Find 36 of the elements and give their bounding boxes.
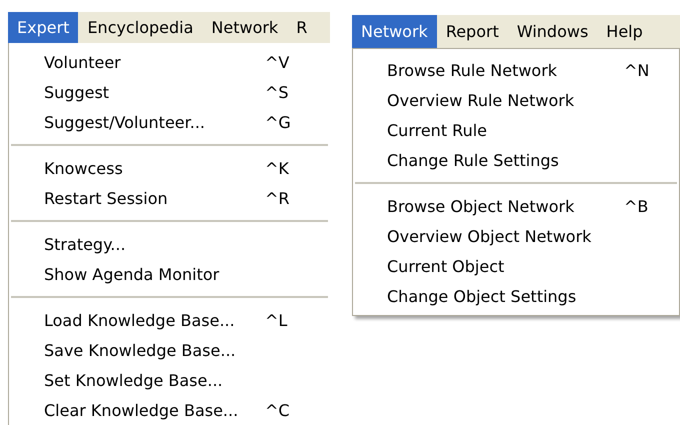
menu-item[interactable]: Knowcess bbox=[44, 158, 123, 178]
menu-bar-item[interactable]: Report bbox=[436, 15, 508, 48]
menu-item[interactable]: Overview Rule Network bbox=[387, 90, 574, 110]
menu-item[interactable]: Load Knowledge Base... bbox=[44, 310, 235, 330]
shortcut-label: ^S bbox=[265, 82, 289, 102]
shortcut-label: ^C bbox=[265, 400, 290, 420]
menu-item[interactable]: Volunteer bbox=[44, 52, 121, 72]
menu-item[interactable]: Current Rule bbox=[387, 120, 488, 140]
menu-item[interactable]: Save Knowledge Base... bbox=[44, 340, 236, 360]
menu-item[interactable]: Browse Rule Network bbox=[387, 60, 558, 80]
shortcut-label: ^V bbox=[265, 52, 290, 72]
menu-bar-item[interactable]: R bbox=[287, 12, 316, 43]
menu-item[interactable]: Overview Object Network bbox=[387, 226, 592, 246]
shortcut-label: ^K bbox=[265, 158, 289, 178]
menu-item[interactable]: Suggest bbox=[44, 82, 110, 102]
shortcut-label: ^G bbox=[265, 112, 291, 132]
menu-item[interactable]: Restart Session bbox=[44, 188, 168, 208]
menu-item[interactable]: Change Rule Settings bbox=[387, 150, 559, 170]
shortcut-label: ^L bbox=[265, 310, 288, 330]
menu-bar-item[interactable]: Network bbox=[202, 12, 288, 43]
shortcut-label: ^N bbox=[624, 60, 650, 80]
menu-item[interactable]: Change Object Settings bbox=[387, 286, 576, 306]
menu-bar-item[interactable]: Network bbox=[352, 15, 437, 48]
menu-bar-item[interactable]: Encyclopedia bbox=[78, 12, 202, 43]
menu-bar-item[interactable]: Expert bbox=[8, 12, 78, 43]
shortcut-label: ^R bbox=[265, 188, 290, 208]
menu-item[interactable]: Strategy... bbox=[44, 234, 126, 254]
shortcut-label: ^B bbox=[624, 196, 648, 216]
menu-item[interactable]: Current Object bbox=[387, 256, 504, 276]
menu-bar-item[interactable]: Windows bbox=[508, 15, 598, 48]
menu-item[interactable]: Browse Object Network bbox=[387, 196, 574, 216]
menu-item[interactable]: Suggest/Volunteer... bbox=[44, 112, 205, 132]
menu-bar-item[interactable]: Help bbox=[597, 15, 652, 48]
menu-item[interactable]: Show Agenda Monitor bbox=[44, 264, 220, 284]
menu-item[interactable]: Set Knowledge Base... bbox=[44, 370, 223, 390]
menu-item[interactable]: Clear Knowledge Base... bbox=[44, 400, 238, 420]
